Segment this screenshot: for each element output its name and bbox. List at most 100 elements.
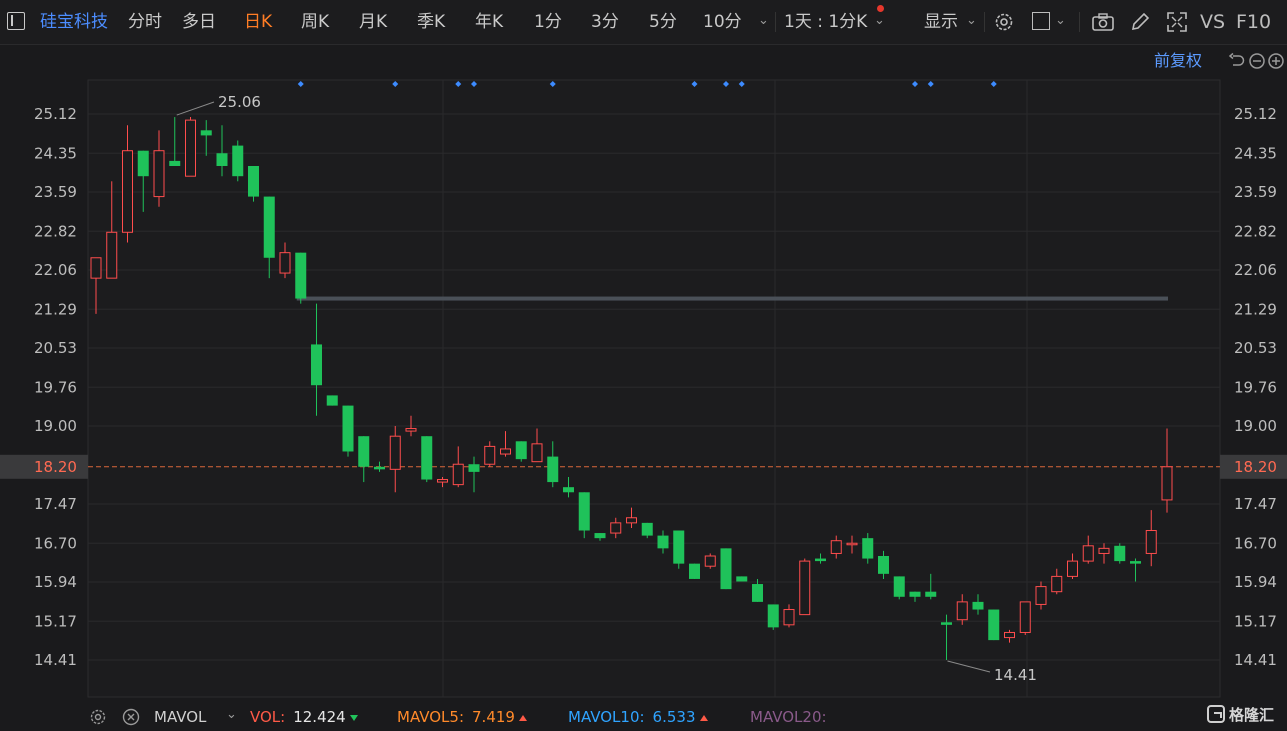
candle-body <box>137 150 149 177</box>
candle-body <box>657 535 669 549</box>
candle-body <box>956 601 968 621</box>
indicator-name[interactable]: MAVOL <box>154 707 206 727</box>
tab-period-7[interactable]: 1分 <box>534 10 562 34</box>
candle-body <box>421 436 433 480</box>
candle-body <box>1161 466 1173 501</box>
indicator-item: MAVOL5: 7.419 <box>397 707 527 727</box>
candle-body <box>610 522 622 534</box>
tab-period-5[interactable]: 季K <box>417 10 445 34</box>
candle-6 <box>185 117 196 177</box>
notification-dot <box>877 5 884 12</box>
divider <box>775 12 776 32</box>
tab-period-2[interactable]: 日K <box>244 10 272 34</box>
undo-icon[interactable] <box>1228 52 1246 70</box>
adjust-mode-button[interactable]: 前复权 <box>1154 50 1202 72</box>
candle-body <box>799 560 811 616</box>
logo-icon <box>1207 705 1225 723</box>
sidebar-toggle-icon[interactable] <box>7 12 25 30</box>
watermark-logo: 格隆汇 <box>1207 703 1274 725</box>
tab-period-6[interactable]: 年K <box>475 10 503 34</box>
candle-body <box>531 443 543 463</box>
trend-up-icon <box>699 714 708 721</box>
interval-select[interactable]: 1天 : 1分K <box>784 10 867 34</box>
candle-body <box>232 145 244 177</box>
candle-body <box>1082 545 1094 562</box>
candle-body <box>263 196 275 258</box>
candle-body <box>767 604 779 628</box>
zoom-in-icon[interactable] <box>1267 52 1285 70</box>
y-tick-label-right: 15.17 <box>1234 612 1277 630</box>
candle-16 <box>342 405 354 457</box>
candle-body <box>106 231 118 279</box>
trend-down-icon <box>349 714 358 721</box>
chevron-down-icon[interactable]: ⌄ <box>226 707 237 722</box>
candle-body <box>578 492 590 531</box>
candle-37 <box>673 530 685 569</box>
y-tick-label-right: 24.35 <box>1234 144 1277 162</box>
tab-period-1[interactable]: 多日 <box>182 10 216 34</box>
tab-period-0[interactable]: 分时 <box>128 10 162 34</box>
y-tick-label-right: 20.53 <box>1234 339 1277 357</box>
stock-name[interactable]: 硅宝科技 <box>40 10 108 34</box>
indicator-label: VOL: <box>250 708 286 726</box>
y-tick-label-right: 22.82 <box>1234 222 1277 240</box>
f10-button[interactable]: F10 <box>1236 10 1271 34</box>
y-tick-label-left: 25.12 <box>34 105 77 123</box>
pencil-icon[interactable] <box>1129 11 1151 33</box>
camera-icon[interactable] <box>1091 11 1115 33</box>
indicator-item: MAVOL10: 6.533 <box>568 707 708 727</box>
candlestick-chart[interactable]: 25.12 24.35 23.59 22.82 22.06 21.29 20.53 19.76… <box>0 45 1287 702</box>
chevron-down-icon[interactable]: ⌄ <box>1055 13 1066 28</box>
candle-45 <box>799 558 811 616</box>
close-icon[interactable] <box>122 708 140 726</box>
candle-27 <box>515 441 527 462</box>
candle-body <box>563 487 574 493</box>
vs-compare-button[interactable]: VS <box>1200 10 1225 34</box>
candle-body <box>437 479 448 483</box>
tab-period-9[interactable]: 5分 <box>649 10 677 34</box>
candle-40 <box>720 548 732 590</box>
candle-body <box>90 257 102 279</box>
y-tick-label-left: 18.20 <box>34 458 77 476</box>
fullscreen-icon[interactable] <box>1166 11 1188 33</box>
candle-body <box>452 463 464 486</box>
candle-body <box>342 405 354 452</box>
candle-body <box>547 456 559 483</box>
gear-icon[interactable] <box>993 11 1015 33</box>
candle-body <box>185 119 196 177</box>
square-style-icon[interactable] <box>1032 12 1050 30</box>
candle-body <box>893 576 905 597</box>
candle-body <box>1145 530 1157 554</box>
candle-body <box>736 576 748 582</box>
tab-period-8[interactable]: 3分 <box>591 10 619 34</box>
gear-icon[interactable] <box>89 708 107 726</box>
candle-body <box>153 150 165 198</box>
y-tick-label-left: 22.82 <box>34 222 77 240</box>
chevron-down-icon[interactable]: ⌄ <box>874 13 885 28</box>
candle-body <box>500 448 511 455</box>
tab-period-4[interactable]: 月K <box>359 10 387 34</box>
zoom-out-icon[interactable] <box>1248 52 1266 70</box>
candle-body <box>295 252 307 299</box>
y-tick-label-right: 18.20 <box>1234 458 1277 476</box>
candle-body <box>846 542 858 546</box>
candle-body <box>216 153 228 166</box>
y-tick-label-right: 16.70 <box>1234 534 1277 552</box>
candle-body <box>925 591 937 597</box>
tab-period-3[interactable]: 周K <box>301 10 329 34</box>
chevron-down-icon[interactable]: ⌄ <box>758 13 769 28</box>
tab-period-10[interactable]: 10分 <box>703 10 742 34</box>
candle-body <box>515 441 527 460</box>
candle-body <box>988 609 1000 641</box>
y-tick-label-left: 14.41 <box>34 651 77 669</box>
y-tick-label-right: 14.41 <box>1234 651 1277 669</box>
candle-57 <box>988 609 1000 641</box>
candle-41 <box>736 576 748 582</box>
candle-body <box>1004 631 1015 639</box>
chevron-down-icon[interactable]: ⌄ <box>966 13 977 28</box>
candle-body <box>1035 586 1047 605</box>
candle-body <box>862 538 874 559</box>
y-tick-label-right: 23.59 <box>1234 183 1277 201</box>
display-menu[interactable]: 显示 <box>924 10 958 34</box>
candle-body <box>1130 561 1141 564</box>
